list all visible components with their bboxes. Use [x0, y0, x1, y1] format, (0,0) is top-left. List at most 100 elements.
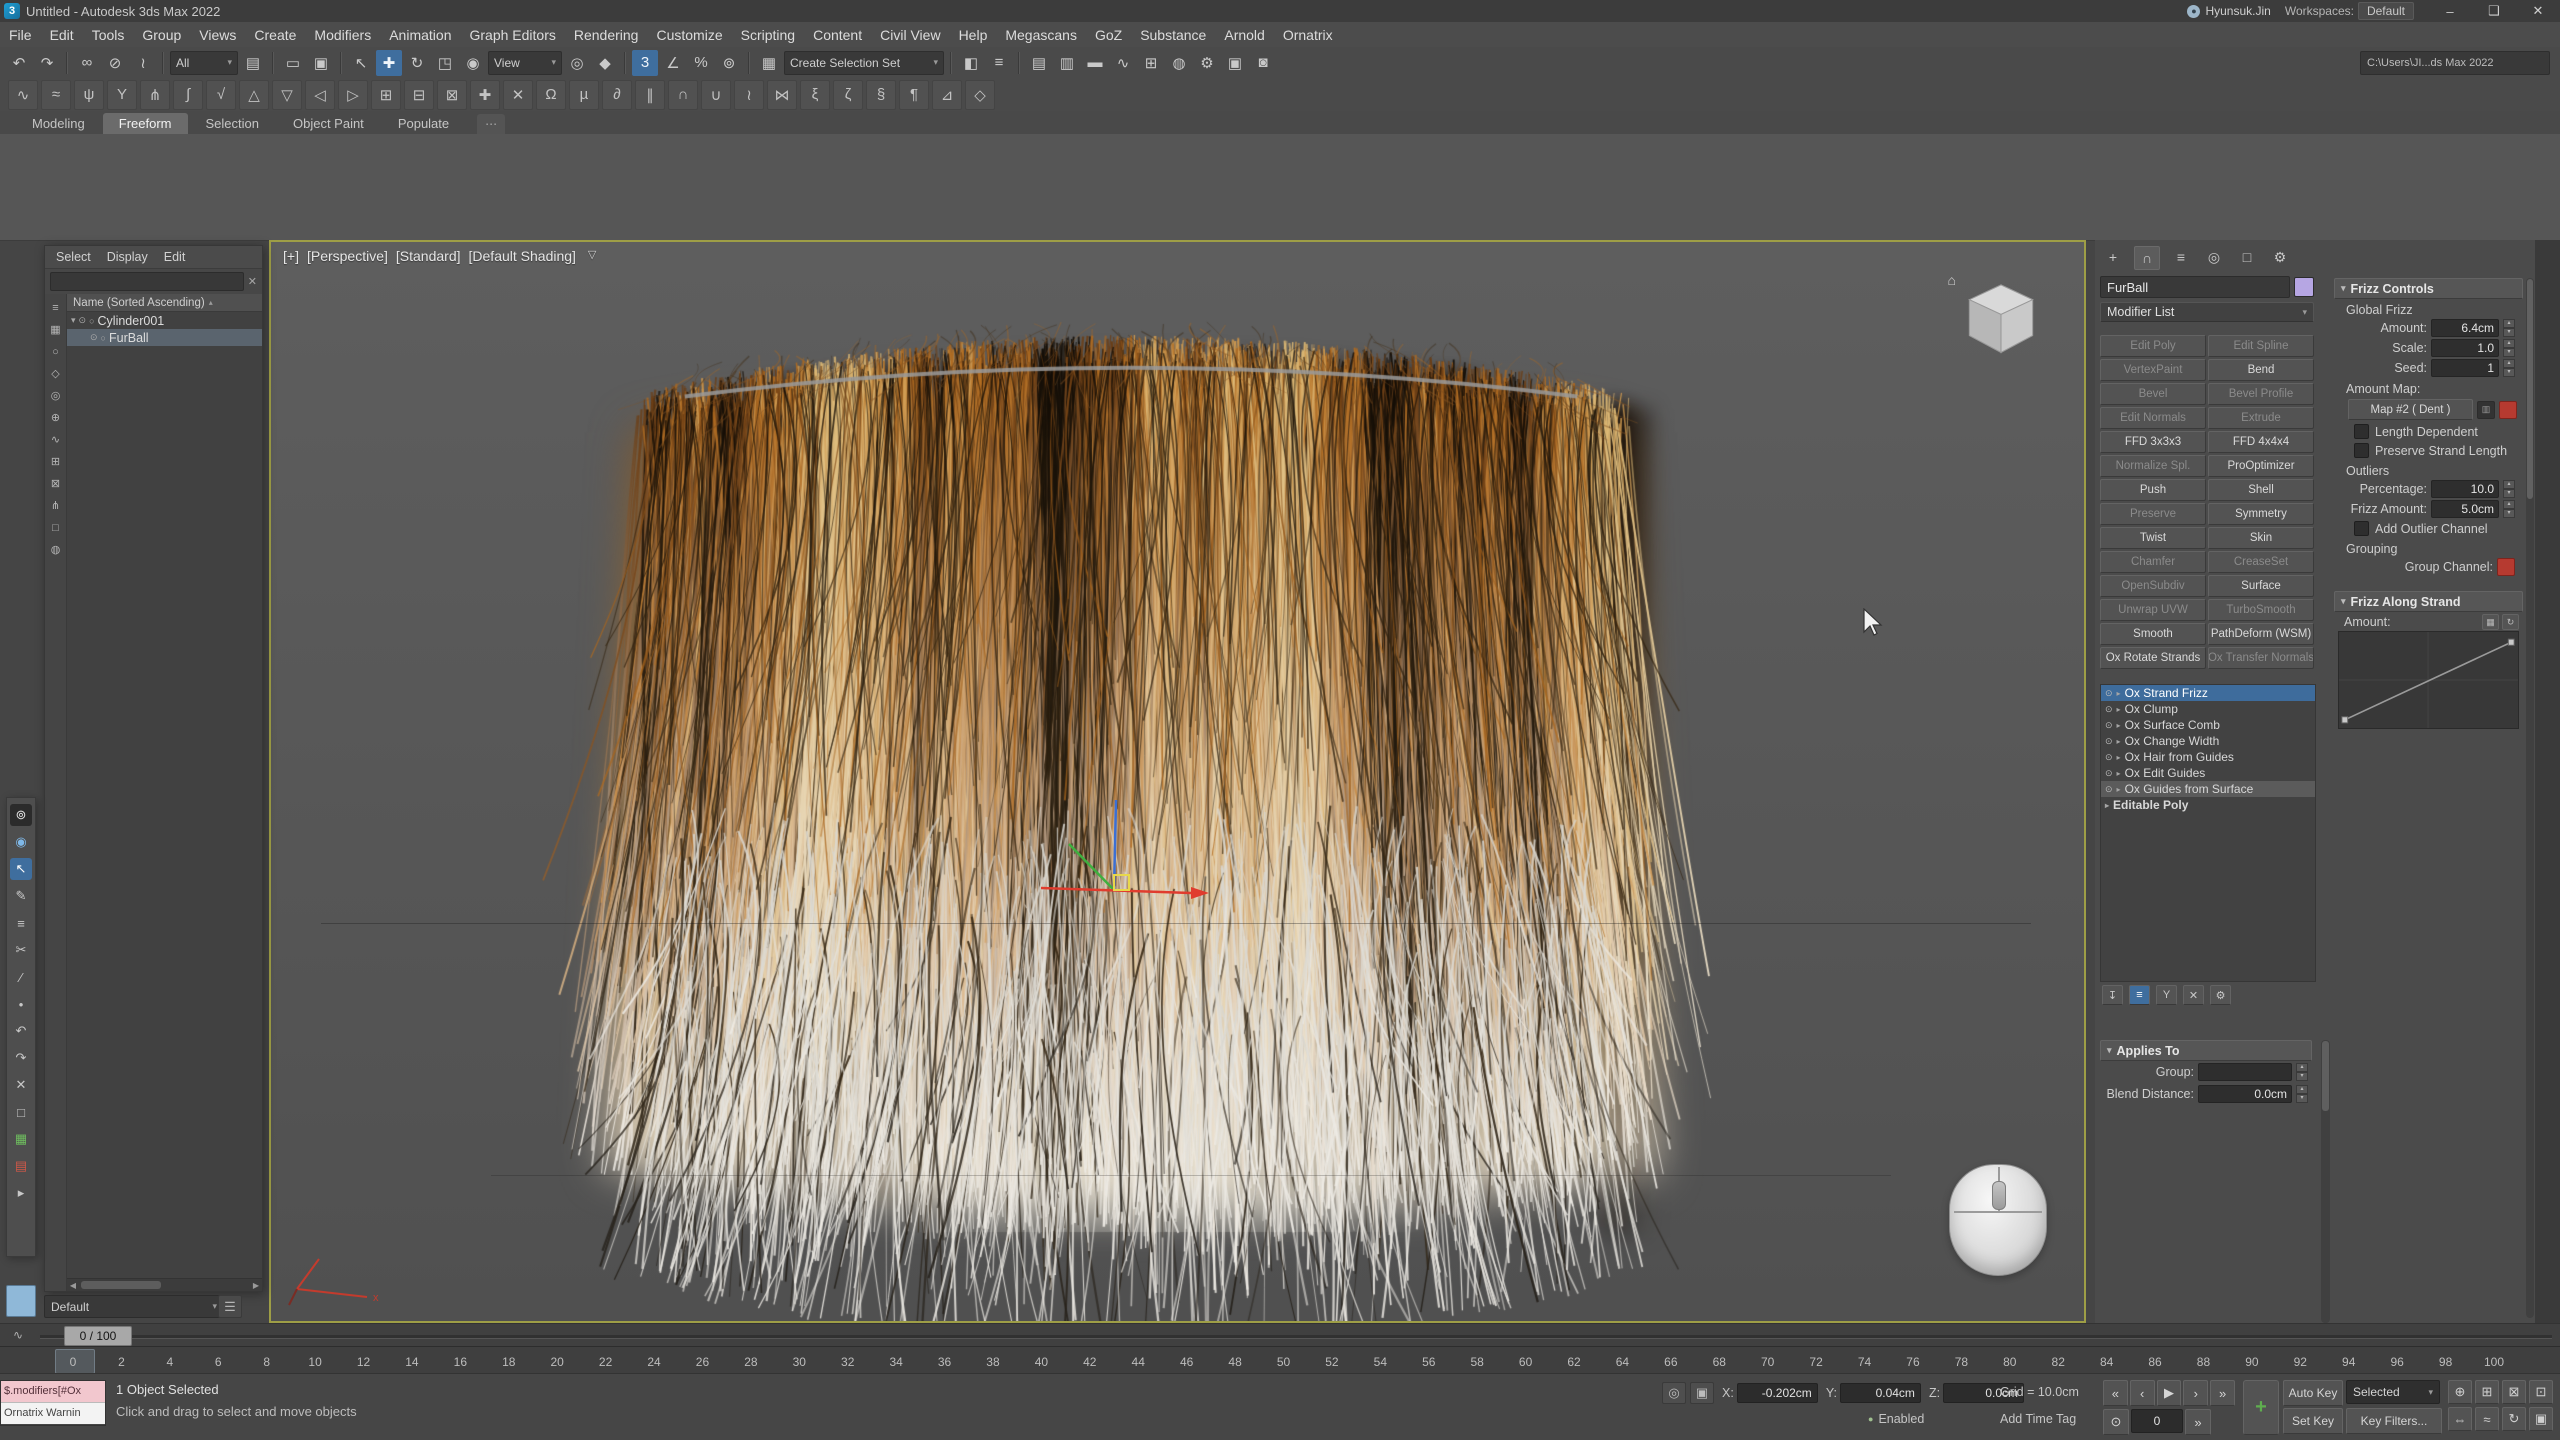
search-clear-icon[interactable]: ✕ [248, 275, 257, 288]
toolbar2-tool-icon[interactable]: ψ [74, 80, 104, 110]
use-pivot-point-center-icon[interactable]: ◎ [564, 50, 590, 76]
menu-goz[interactable]: GoZ [1086, 22, 1131, 47]
modifier-button-skin[interactable]: Skin [2208, 527, 2314, 549]
seed-spinner[interactable]: ▴▾ [2503, 359, 2515, 377]
modifier-button-creaseset[interactable]: CreaseSet [2208, 551, 2314, 573]
schematic-view-icon[interactable]: ⊞ [1138, 50, 1164, 76]
menu-help[interactable]: Help [950, 22, 997, 47]
name-column-header[interactable]: Name (Sorted Ascending) ▴ [67, 294, 262, 312]
maximize-button[interactable]: ❑ [2472, 0, 2516, 22]
seed-field[interactable]: 1 [2431, 359, 2499, 377]
applies-to-header[interactable]: ▾Applies To [2100, 1040, 2312, 1061]
modifier-button-normalize-spl-[interactable]: Normalize Spl. [2100, 455, 2206, 477]
material-editor-icon[interactable]: ◍ [1166, 50, 1192, 76]
group-spinner[interactable]: ▴▾ [2296, 1063, 2308, 1081]
percentage-spinner[interactable]: ▴▾ [2503, 480, 2515, 498]
ribbon-tab-object-paint[interactable]: Object Paint [277, 113, 380, 134]
mirror-icon[interactable]: ◧ [958, 50, 984, 76]
toolbar2-tool-icon[interactable]: Ω [536, 80, 566, 110]
stack-item-editable-poly[interactable]: ▸Editable Poly [2101, 797, 2315, 813]
toggle-layer-explorer-icon[interactable]: ▥ [1054, 50, 1080, 76]
viewport-filter-icon[interactable]: ▽ [588, 248, 596, 264]
point-tool-icon[interactable]: • [10, 993, 32, 1015]
make-unique-icon[interactable]: Y [2156, 985, 2177, 1005]
toolbar2-tool-icon[interactable]: ⊟ [404, 80, 434, 110]
select-and-manipulate-icon[interactable]: ◆ [592, 50, 618, 76]
modifier-button-surface[interactable]: Surface [2208, 575, 2314, 597]
preset-menu-icon[interactable]: ☰ [218, 1295, 242, 1318]
toolbar2-tool-icon[interactable]: ξ [800, 80, 830, 110]
node-visibility-icon[interactable]: ⊙ [79, 315, 87, 326]
expand-arrow-icon[interactable]: ▸ [2117, 737, 2121, 746]
close-button[interactable]: ✕ [2516, 0, 2560, 22]
expand-arrow-icon[interactable]: ▸ [2117, 689, 2121, 698]
stack-item-ox-change-width[interactable]: ⊙▸Ox Change Width [2101, 733, 2315, 749]
modifier-visibility-icon[interactable]: ⊙ [2105, 784, 2113, 795]
selection-lock-toggle-icon[interactable]: ▣ [1690, 1382, 1714, 1404]
space-warps-filter-icon[interactable]: ∿ [48, 432, 63, 447]
frizz-along-strand-header[interactable]: ▾Frizz Along Strand [2334, 591, 2523, 612]
y-coordinate-field[interactable]: 0.04cm [1840, 1383, 1921, 1403]
edit-named-selection-sets-icon[interactable]: ▦ [756, 50, 782, 76]
pan-icon[interactable]: ⇔ [2448, 1407, 2472, 1431]
modifier-button-bevel[interactable]: Bevel [2100, 383, 2206, 405]
select-by-name-icon[interactable]: ▤ [240, 50, 266, 76]
named-selection-sets-dropdown[interactable]: Create Selection Set▾ [784, 51, 944, 75]
object-color-swatch[interactable] [2294, 277, 2314, 297]
toolbar2-tool-icon[interactable]: ⋔ [140, 80, 170, 110]
select-and-place-icon[interactable]: ◉ [460, 50, 486, 76]
rectangular-selection-region-icon[interactable]: ▭ [280, 50, 306, 76]
preserve-strand-length-checkbox[interactable] [2354, 443, 2369, 458]
modifier-button-chamfer[interactable]: Chamfer [2100, 551, 2206, 573]
modifier-button-bend[interactable]: Bend [2208, 359, 2314, 381]
bind-to-space-warp-icon[interactable]: ≀ [130, 50, 156, 76]
scroll-right-icon[interactable]: ▶ [250, 1281, 262, 1290]
menu-ornatrix[interactable]: Ornatrix [1274, 22, 1342, 47]
signin-user-button[interactable]: ● Hyunsuk.Jin [2177, 4, 2280, 18]
go-to-end-key-button[interactable]: » [2185, 1409, 2211, 1435]
tree-node-furball[interactable]: ⊙○FurBall [67, 329, 262, 346]
scale-field[interactable]: 1.0 [2431, 339, 2499, 357]
select-tool-icon[interactable]: ↖ [10, 858, 32, 880]
track-bar[interactable]: 0246810121416182022242628303234363840424… [0, 1346, 2560, 1374]
viewcube[interactable] [1946, 268, 2056, 363]
menu-scripting[interactable]: Scripting [732, 22, 804, 47]
select-object-icon[interactable]: ↖ [348, 50, 374, 76]
remove-modifier-icon[interactable]: ✕ [2183, 985, 2204, 1005]
menu-views[interactable]: Views [190, 22, 245, 47]
toolbar2-tool-icon[interactable]: ζ [833, 80, 863, 110]
add-outlier-channel-checkbox[interactable] [2354, 521, 2369, 536]
menu-animation[interactable]: Animation [380, 22, 460, 47]
lights-filter-icon[interactable]: ◇ [48, 366, 63, 381]
menu-customize[interactable]: Customize [647, 22, 731, 47]
listener-line[interactable]: Ornatrix Warnin [1, 1402, 105, 1424]
modifier-button-edit-normals[interactable]: Edit Normals [2100, 407, 2206, 429]
frizz-controls-header[interactable]: ▾Frizz Controls [2334, 278, 2523, 299]
toolbar2-tool-icon[interactable]: ∂ [602, 80, 632, 110]
visibility-eye-icon[interactable]: ◉ [10, 831, 32, 853]
menu-arnold[interactable]: Arnold [1215, 22, 1273, 47]
stack-item-ox-surface-comb[interactable]: ⊙▸Ox Surface Comb [2101, 717, 2315, 733]
select-and-move-icon[interactable]: ✚ [376, 50, 402, 76]
previous-frame-button[interactable]: ‹ [2130, 1380, 2155, 1406]
scene-explorer-menu-select[interactable]: Select [49, 250, 98, 264]
map-enabled-toggle[interactable] [2499, 401, 2517, 419]
grid-display-icon[interactable]: ▦ [10, 1128, 32, 1150]
modifier-button-ffd-4x4x4[interactable]: FFD 4x4x4 [2208, 431, 2314, 453]
toolbar2-tool-icon[interactable]: ✕ [503, 80, 533, 110]
auto-key-button[interactable]: Auto Key [2283, 1380, 2343, 1406]
toolbar2-tool-icon[interactable]: ▽ [272, 80, 302, 110]
parameters-scrollbar[interactable] [2526, 278, 2534, 1318]
ornatrix-logo-icon[interactable]: ⊚ [10, 804, 32, 826]
ribbon-tab-selection[interactable]: Selection [190, 113, 275, 134]
toolbar2-tool-icon[interactable]: ∥ [635, 80, 665, 110]
zoom-all-icon[interactable]: ⊞ [2475, 1380, 2499, 1404]
window-crossing-toggle-icon[interactable]: ▣ [308, 50, 334, 76]
menu-content[interactable]: Content [804, 22, 871, 47]
walk-through-icon[interactable]: ≈ [2475, 1407, 2499, 1431]
expand-arrow-icon[interactable]: ▸ [2117, 721, 2121, 730]
modifier-visibility-icon[interactable]: ⊙ [2105, 768, 2113, 779]
modifier-button-ox-rotate-strands[interactable]: Ox Rotate Strands [2100, 647, 2206, 669]
scene-explorer-menu-edit[interactable]: Edit [157, 250, 193, 264]
menu-edit[interactable]: Edit [41, 22, 83, 47]
